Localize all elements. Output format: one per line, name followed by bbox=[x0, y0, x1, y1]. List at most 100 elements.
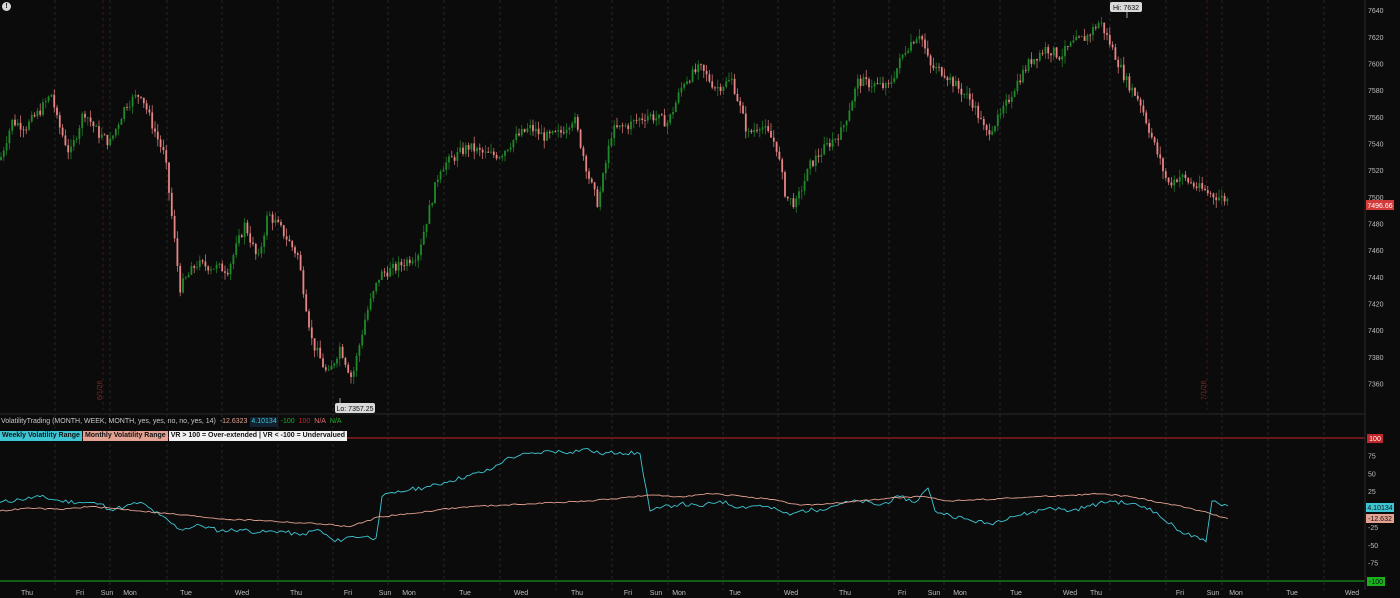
candle-body bbox=[590, 178, 593, 183]
candle-body bbox=[697, 64, 700, 73]
candle-body bbox=[554, 130, 557, 132]
candle-body bbox=[630, 121, 632, 130]
candle-body bbox=[338, 346, 341, 359]
candle-body bbox=[515, 133, 518, 141]
candle-body bbox=[282, 225, 285, 237]
candle-body bbox=[1016, 80, 1019, 92]
upper-label: 100 bbox=[1369, 436, 1381, 443]
candle-body bbox=[952, 77, 954, 87]
candle-body bbox=[271, 214, 274, 223]
candle-body bbox=[641, 118, 644, 120]
candle-body bbox=[221, 263, 224, 272]
candle-body bbox=[1178, 176, 1181, 182]
candle-body bbox=[803, 181, 806, 191]
candle-body bbox=[501, 155, 504, 158]
candle-body bbox=[215, 264, 218, 269]
candle-body bbox=[627, 125, 630, 130]
candle-body bbox=[884, 83, 887, 88]
candle-body bbox=[420, 244, 422, 256]
candle-body bbox=[996, 114, 999, 127]
candle-body bbox=[254, 243, 257, 255]
candle-body bbox=[142, 97, 145, 104]
study-label: VolatilityTrading (MONTH, WEEK, MONTH, y… bbox=[1, 418, 216, 425]
monthly-pill[interactable]: Monthly Volatility Range bbox=[82, 431, 168, 441]
weekly-pill[interactable]: Weekly Volatility Range bbox=[0, 431, 82, 441]
candle-body bbox=[652, 114, 655, 121]
candle-body bbox=[22, 129, 25, 131]
indicator-tick-label: -25 bbox=[1368, 525, 1378, 532]
candle-body bbox=[89, 117, 92, 122]
candle-body bbox=[764, 126, 767, 128]
candle-body bbox=[322, 358, 324, 368]
candle-body bbox=[2, 150, 5, 157]
candle-body bbox=[156, 131, 159, 140]
candle-body bbox=[173, 215, 176, 239]
candle-body bbox=[795, 198, 798, 208]
candle-body bbox=[865, 77, 868, 80]
candle-body bbox=[5, 143, 8, 151]
candle-body bbox=[375, 282, 378, 292]
candle-body bbox=[198, 260, 201, 268]
candle-body bbox=[604, 163, 607, 174]
candle-body bbox=[464, 145, 467, 154]
candle-body bbox=[512, 140, 515, 148]
candle-body bbox=[397, 261, 400, 271]
time-tick-label: Thu bbox=[21, 590, 33, 597]
candle-body bbox=[1215, 197, 1218, 201]
candle-body bbox=[548, 131, 551, 134]
candle-body bbox=[876, 83, 879, 85]
candle-body bbox=[1038, 52, 1041, 61]
candle-body bbox=[862, 77, 865, 87]
candle-body bbox=[193, 265, 196, 268]
candle-body bbox=[218, 263, 221, 265]
candle-body bbox=[403, 265, 406, 267]
time-tick-label: Fri bbox=[1176, 590, 1185, 597]
candle-body bbox=[658, 114, 660, 119]
candle-body bbox=[546, 131, 548, 141]
candle-body bbox=[1198, 183, 1201, 189]
candle-body bbox=[425, 223, 428, 232]
candle-body bbox=[487, 151, 490, 153]
candle-body bbox=[42, 102, 44, 115]
candle-body bbox=[422, 231, 425, 245]
candle-body bbox=[781, 159, 784, 173]
candle-body bbox=[1220, 195, 1223, 198]
candle-body bbox=[411, 261, 414, 264]
candle-body bbox=[179, 265, 182, 293]
candle-body bbox=[921, 36, 924, 40]
candle-body bbox=[1223, 195, 1226, 202]
candle-body bbox=[302, 270, 305, 295]
candle-body bbox=[117, 124, 120, 129]
candle-body bbox=[655, 118, 658, 121]
hi-marker: Hi: 7632 bbox=[1110, 2, 1142, 18]
candle-body bbox=[170, 192, 173, 216]
candle-body bbox=[820, 154, 823, 157]
candle-body bbox=[212, 268, 215, 270]
candle-body bbox=[347, 364, 350, 373]
candle-body bbox=[364, 319, 366, 335]
candle-body bbox=[940, 67, 943, 76]
candle-body bbox=[1075, 36, 1078, 41]
candle-body bbox=[602, 173, 604, 192]
candle-body bbox=[1150, 132, 1153, 138]
candle-body bbox=[792, 198, 795, 208]
candle-body bbox=[1181, 174, 1184, 177]
candle-body bbox=[705, 70, 708, 75]
candle-body bbox=[840, 127, 842, 140]
candle-body bbox=[1058, 57, 1061, 60]
candle-body bbox=[36, 110, 39, 117]
candle-body bbox=[1100, 22, 1103, 24]
time-tick-label: Wed bbox=[1345, 590, 1359, 597]
candle-body bbox=[1173, 179, 1176, 186]
candle-body bbox=[316, 347, 319, 351]
candle-body bbox=[775, 141, 778, 152]
info-icon[interactable]: ! bbox=[2, 2, 11, 11]
candle-body bbox=[39, 110, 42, 115]
candle-body bbox=[1192, 183, 1195, 187]
indicator-tick-label: -75 bbox=[1368, 561, 1378, 568]
time-tick-label: Tue bbox=[729, 590, 741, 597]
lo-label: Lo: 7357.25 bbox=[337, 406, 374, 413]
candle-body bbox=[1164, 171, 1167, 178]
candle-body bbox=[1019, 80, 1022, 83]
candle-body bbox=[1027, 59, 1030, 71]
